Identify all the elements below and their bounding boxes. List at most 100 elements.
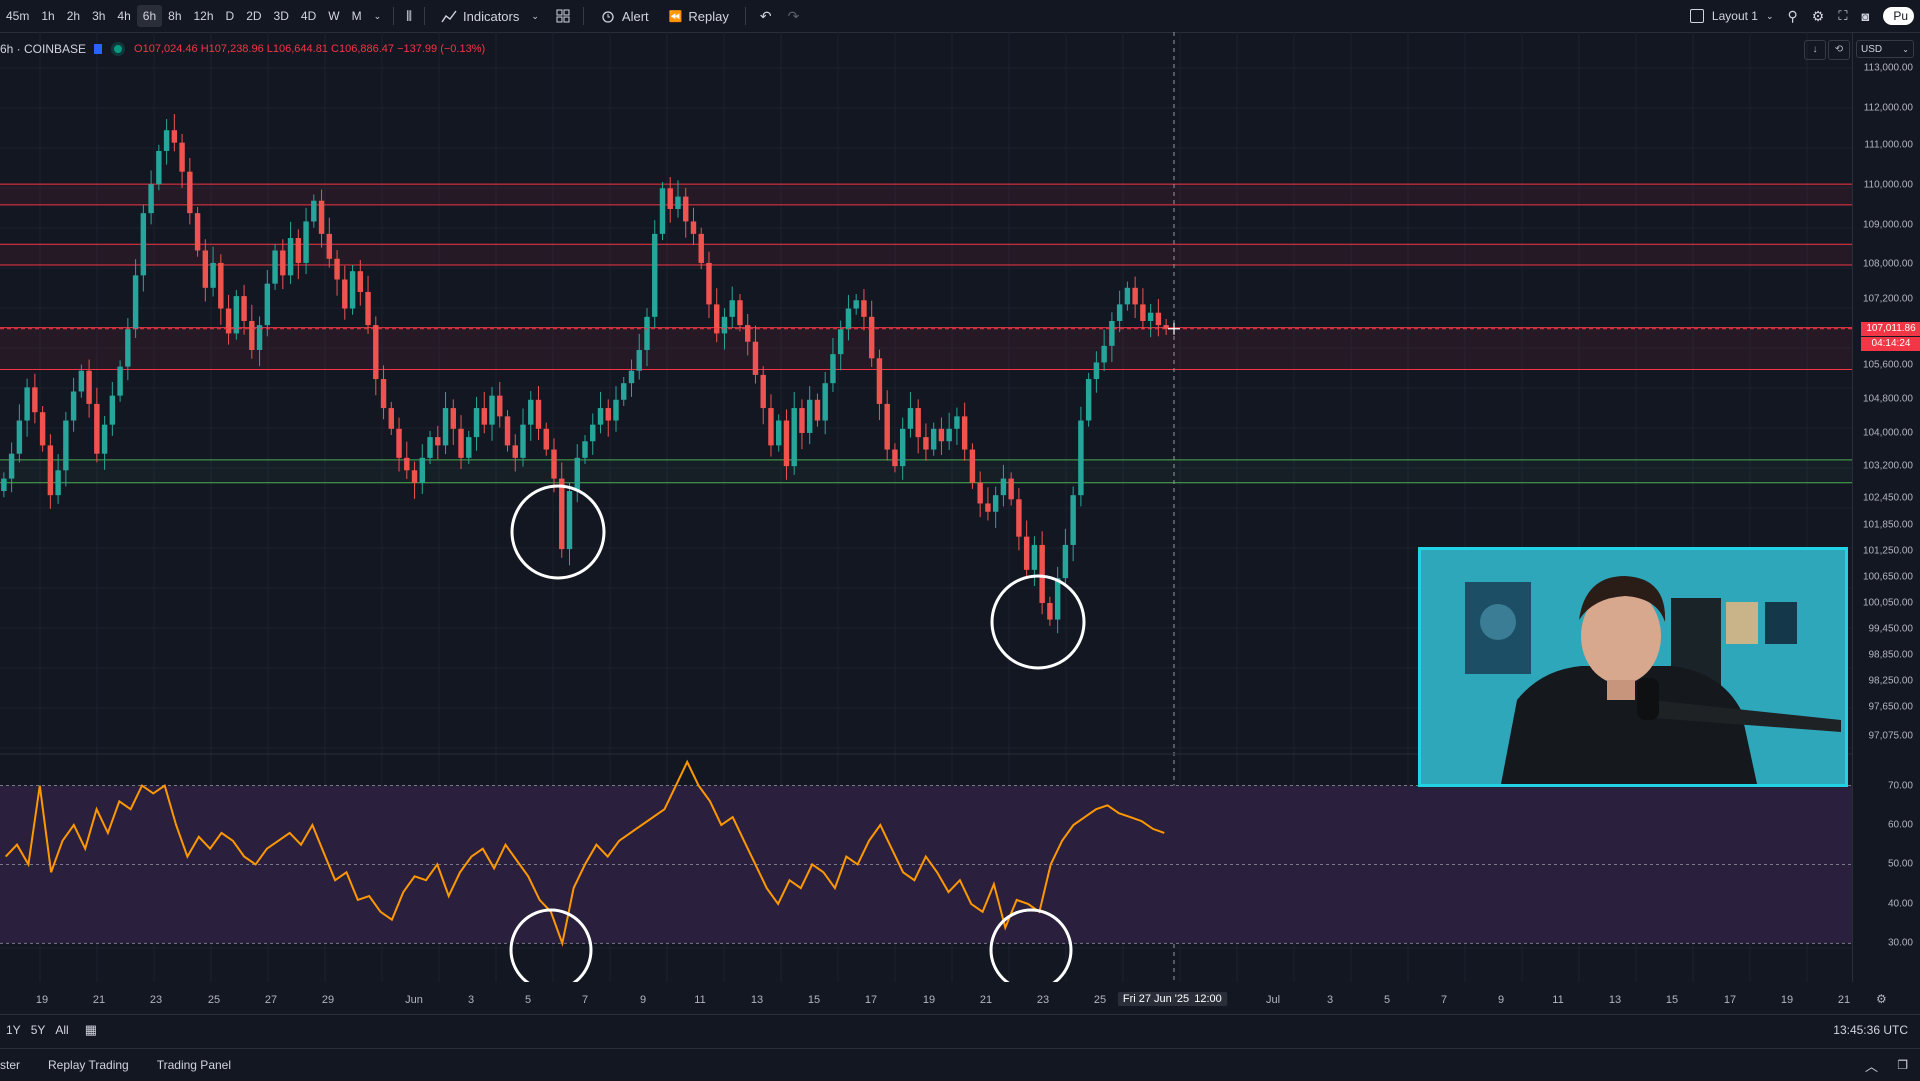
price-label: 102,450.00 (1862, 492, 1913, 504)
time-label: 5 (1383, 994, 1391, 1006)
high-value: H107,238.96 (200, 43, 264, 55)
timeframe-2D[interactable]: 2D (240, 5, 267, 27)
price-axis[interactable]: 113,000.00 112,000.00 111,000.00 110,000.00… (1852, 32, 1920, 982)
timeframe-2h[interactable]: 2h (61, 5, 86, 27)
candle-body (1039, 544, 1045, 603)
footer-tab-trading-panel[interactable]: Trading Panel (157, 1058, 231, 1072)
timeframe-8h[interactable]: 8h (162, 5, 187, 27)
time-label: Jul (1265, 994, 1281, 1006)
price-label: 99,450.00 (1868, 623, 1914, 635)
candle-body (845, 308, 852, 330)
webcam-overlay (1418, 547, 1848, 787)
time-label: 17 (864, 994, 878, 1006)
footer-tab-ster[interactable]: ster (0, 1058, 20, 1072)
candle-body (884, 403, 890, 450)
time-label: 21 (1837, 994, 1851, 1006)
indicators-button[interactable]: Indicators ⌄ (431, 4, 549, 28)
candle-body (419, 457, 425, 483)
candle-body (365, 291, 371, 326)
timeframe-6h[interactable]: 6h (136, 5, 163, 27)
range-1y[interactable]: 1Y (6, 1023, 21, 1037)
candle-body (752, 341, 759, 375)
candle-body (194, 213, 201, 251)
price-label: 112,000.00 (1863, 102, 1913, 114)
range-5y[interactable]: 5Y (31, 1023, 46, 1037)
time-axis[interactable]: 19 21 23 25 27 29 Jun 3 5 7 9 11 13 15 17 19 21 23 25 Fri 2… (0, 990, 1852, 1012)
timeframe-45m[interactable]: 45m (0, 5, 35, 27)
price-label: 104,800.00 (1862, 393, 1913, 405)
timeframe-M[interactable]: M (346, 5, 368, 27)
chevron-down-icon: ⌄ (531, 10, 539, 21)
fullscreen-icon[interactable]: ⛶ (1838, 8, 1847, 24)
candle-body (295, 238, 302, 263)
candle-body (466, 437, 472, 458)
timeframe-3h[interactable]: 3h (86, 5, 111, 27)
range-all[interactable]: All (55, 1023, 68, 1037)
candle-body (535, 399, 542, 429)
symbol-label[interactable]: 6h · COINBASE (0, 42, 86, 56)
chevron-up-icon[interactable]: ︿ (1865, 1056, 1878, 1075)
price-label: 100,050.00 (1862, 597, 1913, 609)
price-chart[interactable] (0, 32, 1852, 982)
redo-icon[interactable]: ↷ (780, 8, 808, 25)
timeframe-3D[interactable]: 3D (268, 5, 295, 27)
timeframe-1h[interactable]: 1h (35, 5, 60, 27)
timeframe-D[interactable]: D (220, 5, 241, 27)
axis-settings-icon[interactable]: ⚙ (1876, 992, 1887, 1006)
candle-body (388, 408, 395, 429)
candle-body (334, 258, 340, 280)
undo-icon[interactable]: ↶ (752, 8, 780, 25)
rsi-label: 60.00 (1887, 819, 1913, 831)
low-value: L106,644.81 (266, 43, 328, 55)
candle-body (109, 395, 116, 425)
timeframe-4D[interactable]: 4D (295, 5, 322, 27)
templates-grid-icon[interactable] (555, 8, 571, 24)
timeframe-4h[interactable]: 4h (111, 5, 136, 27)
timeframe-12h[interactable]: 12h (188, 5, 220, 27)
sync-icon[interactable]: ⟲ (1828, 40, 1850, 60)
gear-icon[interactable]: ⚙ (1812, 8, 1825, 25)
camera-icon[interactable]: ◙ (1861, 9, 1869, 24)
maximize-panel-icon[interactable]: ❐ (1897, 1058, 1908, 1072)
calendar-icon[interactable]: ▦ (85, 1022, 97, 1038)
candle-body (605, 408, 611, 421)
candle-body (729, 300, 735, 317)
market-status-icon (114, 45, 123, 53)
top-toolbar: 45m 1h 2h 3h 4h 6h 8h 12h D 2D 3D 4D W M ⌄ ⫴ Indicato… (0, 0, 1920, 33)
candle-body (636, 350, 642, 371)
currency-selector[interactable]: USD ⌄ (1856, 40, 1914, 58)
bar-countdown: 04:14:24 (1861, 336, 1920, 351)
layout-label: Layout 1 (1711, 9, 1758, 23)
flag-icon[interactable] (94, 44, 103, 54)
footer-tab-replay-trading[interactable]: Replay Trading (48, 1058, 129, 1072)
candle-type-icon[interactable]: ⫴ (400, 8, 418, 25)
layout-square-icon (1689, 9, 1704, 23)
candle-body (783, 420, 790, 467)
timeframe-W[interactable]: W (322, 5, 345, 27)
candle-body (985, 503, 991, 512)
replay-button[interactable]: ⏪ Replay (659, 4, 739, 28)
indicators-icon (441, 10, 457, 23)
candle-body (47, 445, 54, 496)
publish-button[interactable]: Pu (1883, 7, 1914, 25)
rsi-label: 50.00 (1887, 858, 1913, 870)
quick-search-icon[interactable]: ⚲ (1788, 8, 1798, 25)
indicators-label: Indicators (463, 8, 520, 24)
candle-body (1047, 602, 1053, 620)
alert-button[interactable]: Alert (590, 4, 659, 28)
candle-body (861, 300, 867, 317)
candle-body (868, 316, 875, 359)
time-label: 7 (581, 994, 589, 1006)
utc-clock[interactable]: 13:45:36 UTC (1833, 1023, 1908, 1037)
candle-body (946, 428, 952, 442)
candle-body (1155, 312, 1162, 326)
candle-body (1116, 304, 1123, 321)
layout-button[interactable]: Layout 1 ⌄ (1689, 9, 1774, 23)
price-label: 97,650.00 (1868, 701, 1914, 713)
arrow-down-icon[interactable]: ↓ (1804, 40, 1826, 60)
price-label: 108,000.00 (1862, 258, 1913, 270)
candle-body (241, 296, 247, 321)
timeframe-dropdown-icon[interactable]: ⌄ (374, 11, 382, 22)
candle-body (721, 316, 728, 334)
candle-body (326, 233, 333, 259)
